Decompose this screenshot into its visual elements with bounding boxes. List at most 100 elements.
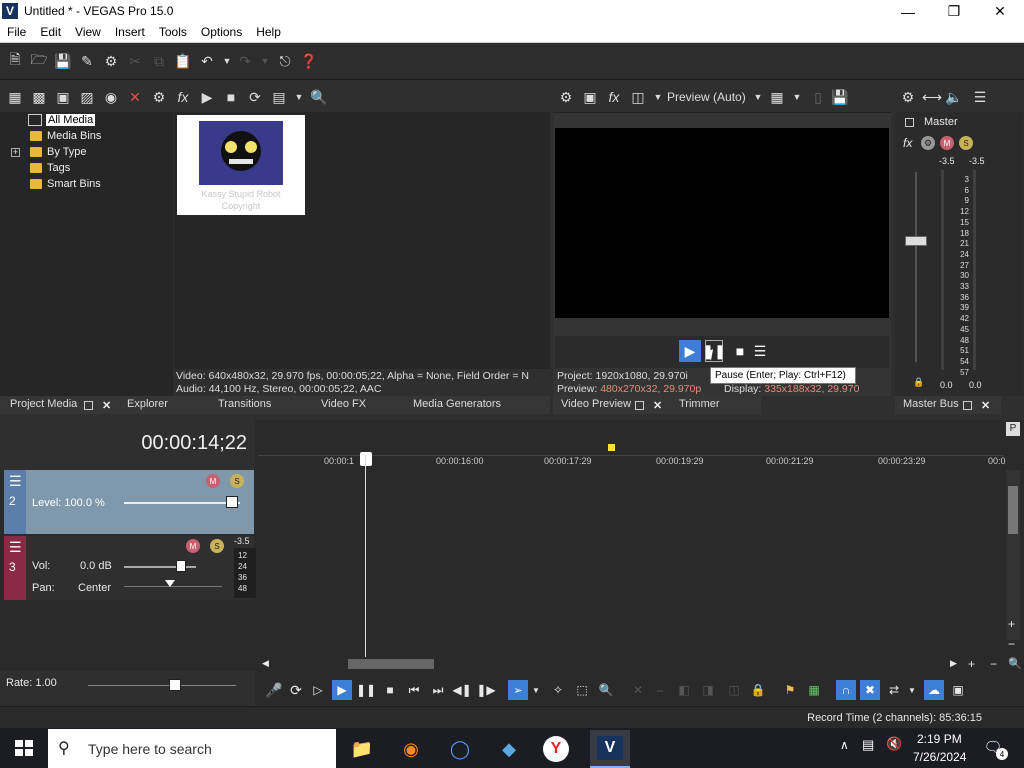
rate-slider-handle[interactable] [169, 679, 181, 691]
video-track-2-header[interactable]: ☰ 2 M S Level: 100.0 % [4, 470, 254, 534]
master-fader-handle[interactable] [905, 236, 927, 246]
play-icon[interactable]: ▶ [198, 88, 216, 106]
split-icon[interactable]: ◫ [724, 680, 744, 700]
capture-video-icon[interactable]: ▩ [30, 88, 48, 106]
tab-media-generators[interactable]: Media Generators [413, 398, 501, 410]
roblox-icon[interactable]: ◆ [494, 734, 524, 764]
save-snapshot-icon[interactable]: 💾 [831, 88, 849, 106]
expand-icon[interactable]: + [11, 148, 20, 157]
pan-slider-handle[interactable] [165, 580, 175, 587]
preview-play-button[interactable]: ▶ [679, 340, 701, 362]
whats-this-help-icon[interactable]: ❓ [300, 52, 318, 70]
trim-start-icon[interactable]: ◧ [674, 680, 694, 700]
close-tab-icon[interactable]: ✕ [102, 399, 111, 412]
split-screen-icon[interactable]: ◫ [629, 88, 647, 106]
undock-icon[interactable] [635, 401, 644, 410]
envelope-tool-icon[interactable]: ✧ [548, 680, 568, 700]
enable-snapping-icon[interactable]: ⎋ [276, 52, 294, 70]
video-track-2-lane[interactable] [258, 470, 1004, 534]
overlays-dropdown-icon[interactable]: ▼ [788, 88, 806, 106]
lock-events-icon[interactable]: 🔒 [748, 680, 768, 700]
remove-unused-icon[interactable]: ▨ [78, 88, 96, 106]
preview-menu-icon[interactable]: ☰ [751, 340, 769, 362]
audio-track-3-header[interactable]: ☰ 3 M S -3.5 Vol: 0.0 dB Pan: Center 12 … [4, 536, 256, 600]
menu-edit[interactable]: Edit [33, 23, 68, 42]
ripple-edit-icon[interactable]: ⇄ [884, 680, 904, 700]
tree-item-all-media[interactable]: All Media [46, 114, 96, 126]
auto-preview-icon[interactable]: ⟳ [246, 88, 264, 106]
redo-dropdown-icon[interactable]: ▼ [256, 52, 274, 70]
split-dropdown-icon[interactable]: ▼ [649, 88, 667, 106]
menu-options[interactable]: Options [194, 23, 249, 42]
menu-view[interactable]: View [68, 23, 108, 42]
undo-dropdown-icon[interactable]: ▼ [218, 52, 236, 70]
trim-end-icon[interactable]: ◨ [698, 680, 718, 700]
windows-start-icon[interactable] [15, 740, 23, 747]
preview-stop-button[interactable]: ■ [731, 340, 749, 362]
vol-slider-handle[interactable] [176, 560, 186, 572]
preview-properties-icon[interactable]: ⚙ [557, 88, 575, 106]
next-frame-icon[interactable]: ❚▶ [476, 680, 496, 700]
tab-project-media[interactable]: Project Media [10, 398, 77, 410]
paste-icon[interactable]: 📋 [174, 52, 192, 70]
insert-region-icon[interactable]: ▦ [804, 680, 824, 700]
preview-quality-select[interactable]: Preview (Auto) [667, 90, 746, 104]
tree-item-media-bins[interactable]: Media Bins [30, 130, 101, 142]
maximize-button[interactable]: ❐ [931, 0, 977, 23]
show-hidden-icons[interactable]: ∧ [840, 738, 849, 752]
pause-icon[interactable]: ❚❚ [356, 680, 376, 700]
file-explorer-icon[interactable]: 📁 [347, 734, 377, 764]
ignore-grouping-icon[interactable]: ▣ [948, 680, 968, 700]
bus-gear-icon[interactable]: ⚙ [921, 136, 935, 150]
play-from-start-icon[interactable]: ▷ [308, 680, 328, 700]
solo-icon[interactable]: S [210, 539, 224, 553]
overlays-grid-icon[interactable]: ▦ [768, 88, 786, 106]
marker-icon[interactable] [608, 444, 615, 451]
tree-item-by-type[interactable]: By Type [30, 146, 87, 158]
volume-muted-icon[interactable]: 🔇 [886, 736, 902, 752]
mute-icon[interactable]: M [186, 539, 200, 553]
video-fx-icon[interactable]: fx [605, 88, 623, 106]
menu-file[interactable]: File [0, 23, 33, 42]
views-icon[interactable]: ▤ [270, 88, 288, 106]
audio-track-3-lane[interactable] [258, 536, 1004, 600]
ripple-dropdown-icon[interactable]: ▼ [906, 680, 918, 700]
zoom-in-vertical-icon[interactable]: + [1008, 617, 1015, 631]
record-icon[interactable]: 🎤 [264, 680, 284, 700]
search-media-icon[interactable]: 🔍 [310, 88, 328, 106]
snapping-magnet-icon[interactable]: ∩ [836, 680, 856, 700]
save-icon[interactable]: 💾 [54, 52, 72, 70]
copy-icon[interactable]: ⧉ [150, 52, 168, 70]
tab-master-bus[interactable]: Master Bus [903, 398, 959, 410]
go-to-start-icon[interactable]: ⏮ [404, 680, 424, 700]
undock-icon[interactable] [84, 401, 93, 410]
narrow-strips-icon[interactable]: ⟷ [922, 88, 942, 106]
normal-edit-tool-icon[interactable]: ➢ [508, 680, 528, 700]
undock-icon[interactable] [963, 401, 972, 410]
taskbar-search[interactable]: ⚲ Type here to search [48, 729, 336, 768]
minimize-button[interactable]: — [885, 0, 931, 23]
fx-icon[interactable]: fx [174, 88, 192, 106]
tab-trimmer[interactable]: Trimmer [679, 398, 720, 410]
master-fx-icon[interactable]: fx [903, 136, 912, 150]
zoom-edit-tool-icon[interactable]: 🔍 [596, 680, 616, 700]
tab-explorer[interactable]: Explorer [127, 398, 168, 410]
copy-snapshot-icon[interactable]: ▯ [809, 88, 827, 106]
tree-item-smart-bins[interactable]: Smart Bins [30, 178, 101, 190]
timeline-ruler[interactable]: 00:00:1 00:00:16:00 00:00:17:29 00:00:19… [258, 420, 1006, 470]
stop-icon[interactable]: ■ [380, 680, 400, 700]
trim-icon[interactable]: ⎯ [650, 680, 670, 700]
mute-icon[interactable]: M [206, 474, 220, 488]
mixer-faders-icon[interactable]: ☰ [971, 88, 989, 106]
clock-date[interactable]: 7/26/2024 [913, 750, 966, 764]
vscroll-thumb[interactable] [1008, 486, 1018, 534]
timeline-hscroll[interactable]: ◀ ▶ [258, 657, 960, 671]
firefox-icon[interactable]: ◉ [396, 734, 426, 764]
menu-insert[interactable]: Insert [108, 23, 152, 42]
go-to-end-icon[interactable]: ⏭ [428, 680, 448, 700]
close-tab-icon[interactable]: ✕ [981, 399, 990, 412]
media-clip-thumbnail[interactable]: Kassy Stupid Robot Copyright [177, 115, 305, 215]
cut-icon[interactable]: ✂ [126, 52, 144, 70]
master-select-icon[interactable] [905, 118, 914, 127]
open-folder-icon[interactable]: 🗁 [30, 51, 48, 70]
